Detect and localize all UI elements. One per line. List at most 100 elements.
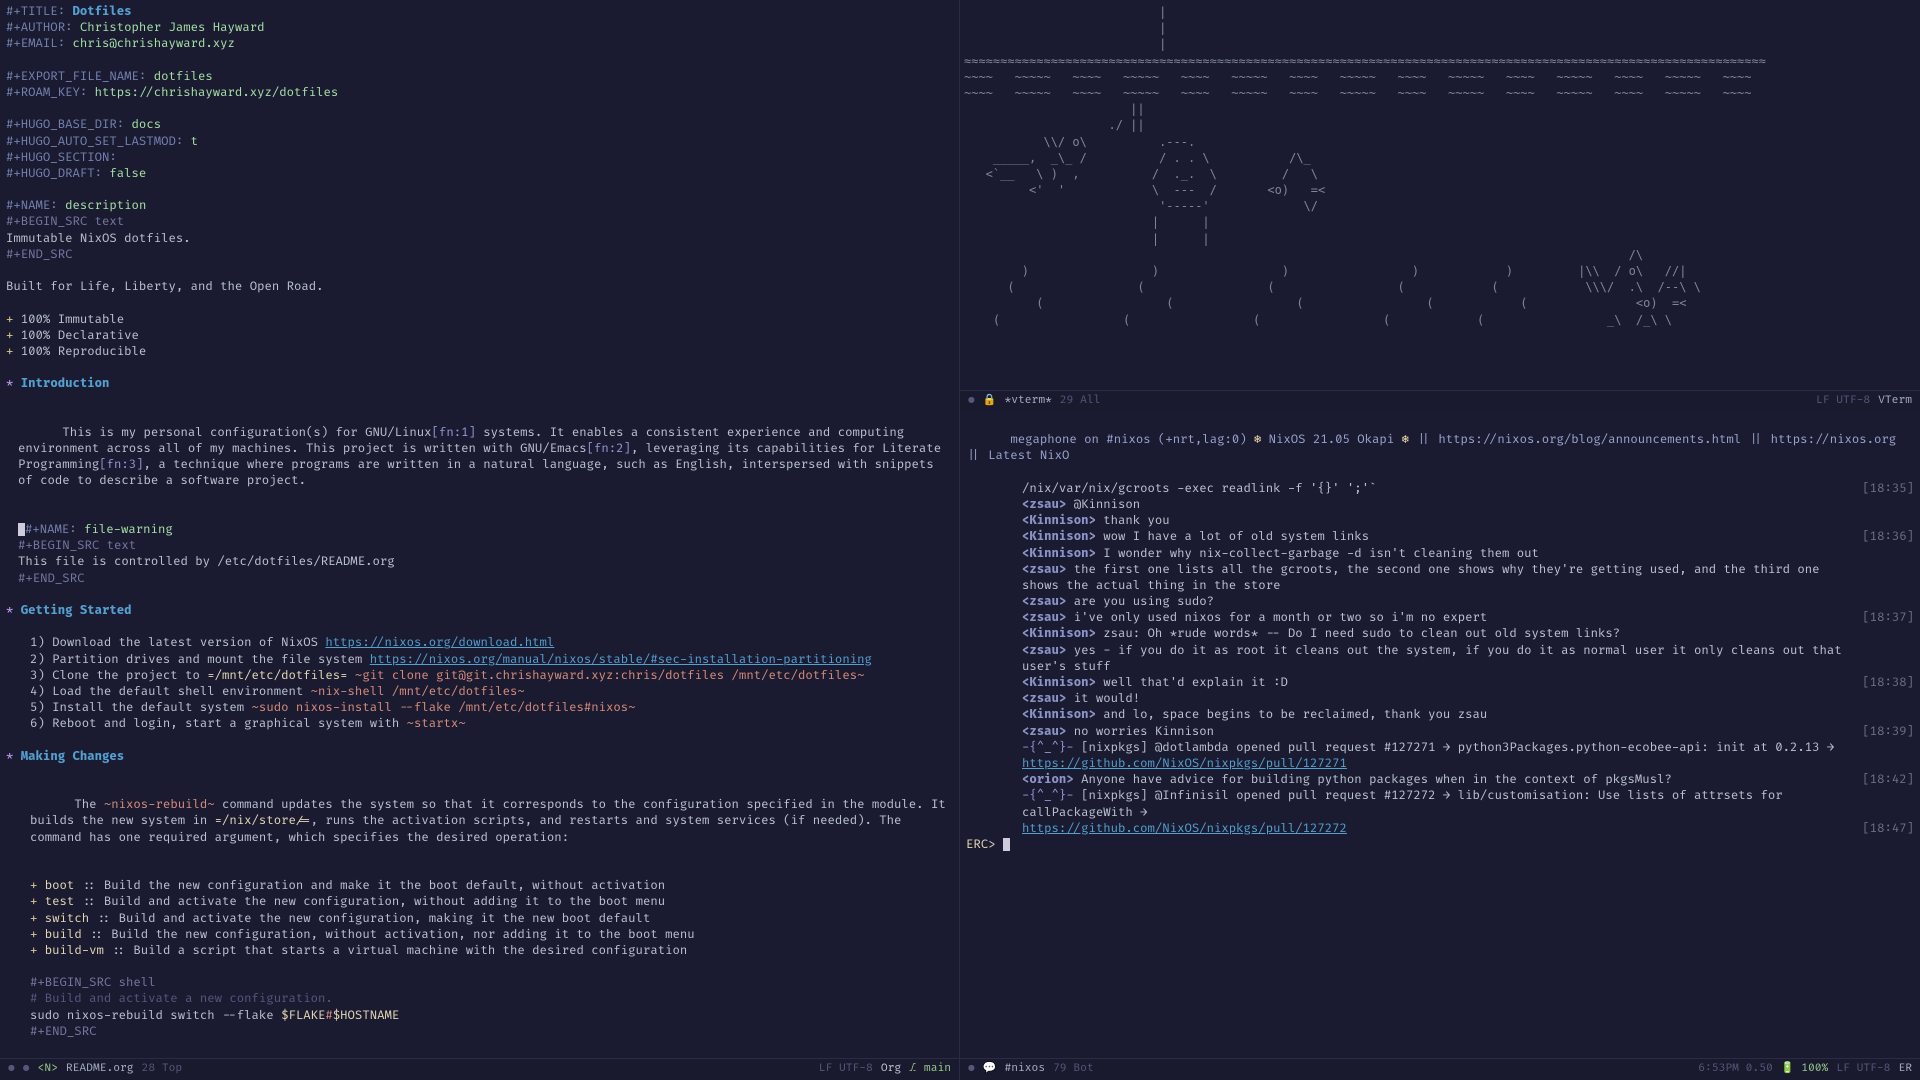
kw-hugo-sect: #+HUGO_SECTION: (6, 150, 117, 165)
heading-star-icon: * (6, 603, 13, 618)
chat-nick[interactable]: <Kinnison> (1022, 529, 1103, 544)
chat-message: /nix/var/nix/gcroots -exec readlink -f '… (1022, 481, 1376, 496)
chat-message: are you using sudo? (1074, 594, 1214, 609)
chat-message: well that'd explain it :D (1103, 675, 1288, 690)
chat-row: -{^_^}- [nixpkgs] @dotlambda opened pull… (966, 740, 1914, 756)
footnote-3[interactable]: [fn:3] (99, 457, 143, 472)
org-buffer[interactable]: #+TITLE: Dotfiles #+AUTHOR: Christopher … (0, 0, 959, 1058)
op-name: build-vm (45, 943, 104, 958)
chat-nick[interactable]: <orion> (1022, 772, 1081, 787)
chat-nick[interactable]: <zsau> (1022, 643, 1074, 658)
disk-indicator-icon: ● (8, 1062, 15, 1077)
link-nixos-partitioning[interactable]: https://nixos.org/manual/nixos/stable/#s… (370, 652, 872, 667)
chat-row: <zsau> no worries Kinnison[18:39] (966, 724, 1914, 740)
op-desc: Build the new configuration and make it … (104, 878, 665, 893)
bullet-icon: + (30, 894, 37, 909)
left-pane: #+TITLE: Dotfiles #+AUTHOR: Christopher … (0, 0, 960, 1080)
chat-nick[interactable]: <zsau> (1022, 724, 1074, 739)
begin-src-text: #+BEGIN_SRC (6, 214, 87, 229)
buffer-name[interactable]: #nixos (1004, 1062, 1045, 1077)
chat-nick[interactable]: -{^_^}- (1022, 788, 1081, 803)
erc-prompt-line[interactable]: ERC> (966, 837, 1914, 853)
chat-message: wow I have a lot of old system links (1103, 529, 1369, 544)
kw-hugo-draft: #+HUGO_DRAFT: (6, 166, 102, 181)
chat-row: <Kinnison> I wonder why nix-collect-garb… (966, 546, 1914, 562)
kw-author: #+AUTHOR: (6, 20, 72, 35)
doc-author: Christopher James Hayward (80, 20, 265, 35)
chat-nick[interactable]: <zsau> (1022, 562, 1074, 577)
buffer-name[interactable]: *vterm* (1004, 394, 1051, 409)
erc-buffer[interactable]: megaphone on #nixos (+nrt,lag:0) ❄ NixOS… (960, 412, 1920, 1058)
encoding: LF UTF-8 (1836, 1062, 1890, 1077)
making-changes-paragraph: The ~nixos-rebuild~ command updates the … (6, 781, 953, 862)
op-name: test (45, 894, 75, 909)
chat-nick[interactable]: -{^_^}- (1022, 740, 1081, 755)
erc-modeline[interactable]: ● 💬 #nixos 79 Bot 6:53PM 0.50 🔋 100% LF … (960, 1058, 1920, 1080)
chat-message: [nixpkgs] @Infinisil opened pull request… (1022, 788, 1790, 819)
chat-nick[interactable]: <zsau> (1022, 691, 1074, 706)
chat-nick[interactable]: <zsau> (1022, 497, 1074, 512)
vterm-modeline[interactable]: ● 🔒 *vterm* 29 All LF UTF-8 VTerm (960, 390, 1920, 412)
tagline: Built for Life, Liberty, and the Open Ro… (6, 279, 953, 295)
chat-nick[interactable]: <Kinnison> (1022, 513, 1103, 528)
chat-row: <zsau> the first one lists all the gcroo… (966, 562, 1914, 594)
chat-message: yes - if you do it as root it cleans out… (1022, 643, 1849, 674)
erc-topic: megaphone on #nixos (+nrt,lag:0) ❄ NixOS… (966, 416, 1914, 481)
chat-message: it would! (1074, 691, 1140, 706)
major-mode[interactable]: ER (1898, 1062, 1912, 1077)
chat-message: [nixpkgs] @dotlambda opened pull request… (1081, 740, 1834, 755)
op-desc: Build the new configuration, without act… (111, 927, 694, 942)
chat-message: @Kinnison (1074, 497, 1140, 512)
chat-row: <Kinnison> zsau: Oh *rude words* -- Do I… (966, 626, 1914, 642)
bullet-icon: + (6, 312, 13, 327)
buffer-position: 29 All (1060, 394, 1101, 409)
chat-icon: 💬 (983, 1062, 997, 1077)
chat-row: <zsau> it would! (966, 691, 1914, 707)
chat-nick[interactable]: <zsau> (1022, 610, 1074, 625)
buffer-name[interactable]: README.org (66, 1062, 134, 1077)
doc-roam: https://chrishayward.xyz/dotfiles (95, 85, 339, 100)
encoding: LF UTF-8 (819, 1062, 873, 1077)
left-modeline[interactable]: ● ● <N> README.org 28 Top LF UTF-8 Org ⎇… (0, 1058, 959, 1080)
bullet-icon: + (30, 927, 37, 942)
chat-link[interactable]: https://github.com/NixOS/nixpkgs/pull/12… (1022, 756, 1347, 771)
heading-making-changes[interactable]: Making Changes (21, 749, 124, 764)
chat-message: i've only used nixos for a month or two … (1074, 610, 1488, 625)
chat-nick[interactable]: <Kinnison> (1022, 626, 1103, 641)
kw-hugo-last: #+HUGO_AUTO_SET_LASTMOD: (6, 134, 183, 149)
footnote-1[interactable]: [fn:1] (432, 425, 476, 440)
footnote-2[interactable]: [fn:2] (587, 441, 631, 456)
op-name: boot (45, 878, 75, 893)
description-text: Immutable NixOS dotfiles. (6, 231, 953, 247)
bullet-icon: + (30, 911, 37, 926)
intro-paragraph: This is my personal configuration(s) for… (6, 409, 953, 506)
modified-indicator-icon: ● (23, 1062, 30, 1077)
op-desc: Build and activate the new configuration… (119, 911, 651, 926)
chat-nick[interactable]: <Kinnison> (1022, 707, 1103, 722)
chat-link[interactable]: https://github.com/NixOS/nixpkgs/pull/12… (1022, 821, 1347, 836)
chat-nick[interactable]: <zsau> (1022, 594, 1074, 609)
bullet-icon: + (30, 943, 37, 958)
heading-introduction[interactable]: Introduction (21, 376, 110, 391)
heading-getting-started[interactable]: Getting Started (21, 603, 132, 618)
chat-row: <Kinnison> well that'd explain it :D[18:… (966, 675, 1914, 691)
op-name: switch (45, 911, 89, 926)
erc-input-cursor[interactable] (1003, 838, 1010, 851)
chat-message: thank you (1103, 513, 1169, 528)
major-mode[interactable]: VTerm (1878, 394, 1912, 409)
chat-row: <Kinnison> thank you (966, 513, 1914, 529)
link-nixos-download[interactable]: https://nixos.org/download.html (325, 635, 554, 650)
chat-nick[interactable]: <Kinnison> (1022, 675, 1103, 690)
doc-export: dotfiles (154, 69, 213, 84)
encoding: LF UTF-8 (1816, 394, 1870, 409)
vterm-buffer[interactable]: | | | ≈≈≈≈≈≈≈≈≈≈≈≈≈≈≈≈≈≈≈≈≈≈≈≈≈≈≈≈≈≈≈≈≈≈… (960, 0, 1920, 390)
kw-export: #+EXPORT_FILE_NAME: (6, 69, 146, 84)
heading-star-icon: * (6, 376, 13, 391)
bullet-icon: + (6, 344, 13, 359)
chat-nick[interactable]: <Kinnison> (1022, 546, 1103, 561)
major-mode[interactable]: Org (881, 1062, 901, 1077)
disk-indicator-icon: ● (968, 394, 975, 409)
name-description: description (65, 198, 146, 213)
chat-message: the first one lists all the gcroots, the… (1022, 562, 1827, 593)
git-branch[interactable]: main (924, 1062, 951, 1077)
